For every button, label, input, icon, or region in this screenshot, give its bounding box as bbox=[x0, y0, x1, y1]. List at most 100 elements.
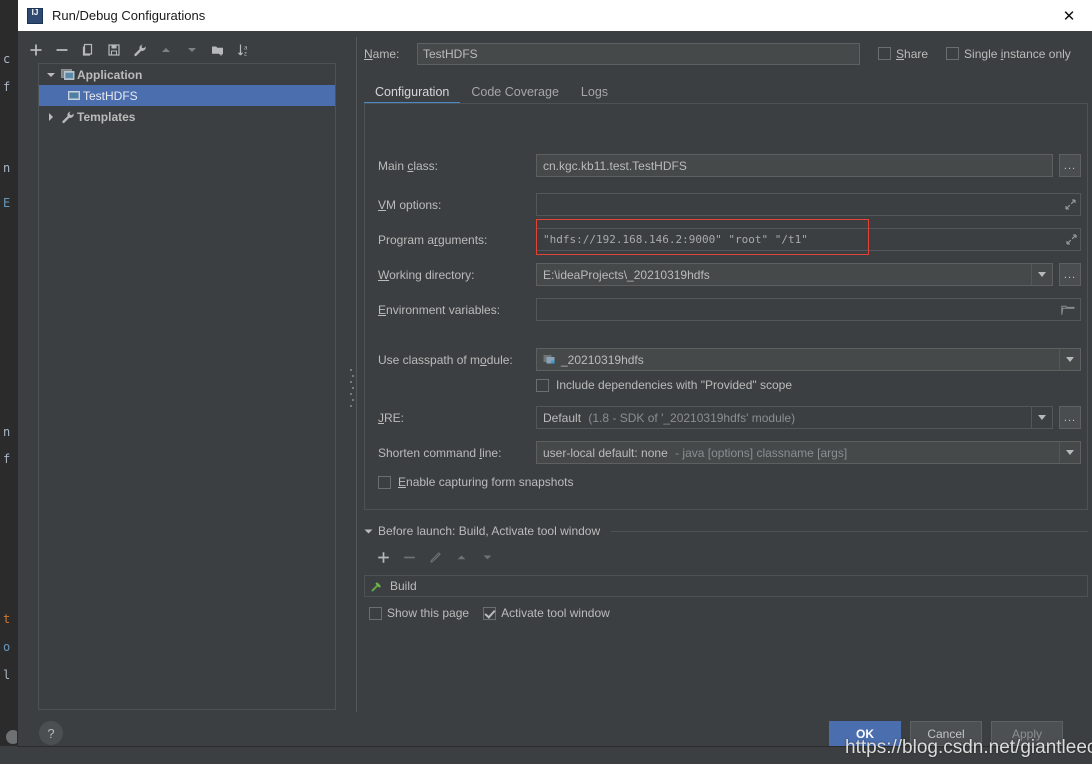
working-directory-input[interactable]: E:\ideaProjects\_20210319hdfs bbox=[536, 263, 1053, 286]
working-directory-label: Working directory: bbox=[378, 267, 475, 282]
single-instance-checkbox[interactable]: Single instance only bbox=[946, 47, 1071, 61]
dialog-title: Run/Debug Configurations bbox=[52, 8, 206, 23]
share-checkbox-box[interactable] bbox=[878, 47, 891, 60]
editor-text-fragment: t bbox=[3, 612, 11, 626]
name-row: Name: Share Single instance only bbox=[364, 42, 1088, 65]
jre-dropdown[interactable]: Default (1.8 - SDK of '_20210319hdfs' mo… bbox=[536, 406, 1053, 429]
chevron-right-icon[interactable] bbox=[43, 112, 59, 122]
panel-splitter[interactable] bbox=[347, 37, 358, 712]
include-provided-checkbox-box[interactable] bbox=[536, 378, 549, 392]
move-down-button[interactable] bbox=[179, 38, 205, 62]
jre-value-primary: Default bbox=[543, 410, 582, 425]
sort-alpha-icon[interactable]: a z bbox=[231, 38, 257, 62]
configuration-editor-panel: Name: Share Single instance only Configu… bbox=[358, 37, 1088, 712]
activate-tool-window-checkbox[interactable]: Activate tool window bbox=[483, 606, 610, 620]
before-launch-add-button[interactable] bbox=[370, 545, 396, 569]
shorten-command-line-detail: - java [options] classname [args] bbox=[675, 445, 848, 460]
chevron-down-icon[interactable] bbox=[43, 70, 59, 80]
vm-options-input[interactable] bbox=[536, 193, 1081, 216]
before-launch-move-down-button[interactable] bbox=[474, 545, 500, 569]
remove-configuration-button[interactable] bbox=[49, 38, 75, 62]
show-this-page-checkbox[interactable]: Show this page bbox=[369, 606, 469, 620]
chevron-down-icon[interactable] bbox=[1031, 264, 1052, 285]
editor-text-fragment: l bbox=[3, 668, 11, 682]
tab-configuration[interactable]: Configuration bbox=[364, 85, 461, 104]
chevron-down-icon[interactable] bbox=[1059, 349, 1080, 370]
shorten-command-line-dropdown[interactable]: user-local default: none - java [options… bbox=[536, 441, 1081, 464]
wrench-icon[interactable] bbox=[127, 38, 153, 62]
environment-variables-input[interactable] bbox=[536, 298, 1081, 321]
copy-configuration-button[interactable] bbox=[75, 38, 101, 62]
before-launch-remove-button[interactable] bbox=[396, 545, 422, 569]
tree-node-application[interactable]: Application bbox=[39, 64, 335, 85]
add-configuration-button[interactable] bbox=[23, 38, 49, 62]
chevron-down-icon[interactable] bbox=[364, 527, 373, 536]
share-checkbox[interactable]: Share bbox=[878, 47, 928, 61]
editor-text-fragment: n bbox=[3, 161, 11, 175]
program-arguments-label: Program arguments: bbox=[378, 232, 488, 247]
before-launch-title: Before launch: Build, Activate tool wind… bbox=[378, 524, 601, 538]
svg-text:a: a bbox=[244, 45, 248, 51]
tree-node-label: TestHDFS bbox=[83, 88, 138, 103]
save-configuration-button[interactable] bbox=[101, 38, 127, 62]
close-icon[interactable]: ✕ bbox=[1046, 0, 1092, 31]
editor-text-fragment: f bbox=[3, 452, 11, 466]
tree-node-label: Templates bbox=[77, 109, 136, 124]
name-input[interactable] bbox=[417, 42, 860, 65]
splitter-line bbox=[356, 37, 357, 712]
before-launch-move-up-button[interactable] bbox=[448, 545, 474, 569]
shorten-command-line-value: user-local default: none bbox=[543, 445, 668, 460]
jre-label: JRE: bbox=[378, 410, 405, 425]
editor-text-fragment: E bbox=[3, 196, 11, 210]
include-provided-checkbox-label: Include dependencies with "Provided" sco… bbox=[556, 378, 793, 392]
include-provided-checkbox[interactable]: Include dependencies with "Provided" sco… bbox=[536, 378, 792, 392]
tree-node-testhdfs[interactable]: TestHDFS bbox=[39, 85, 335, 106]
help-button[interactable]: ? bbox=[39, 721, 63, 745]
editor-text-fragment: n bbox=[3, 425, 11, 439]
configurations-tree[interactable]: Application TestHDFS Templates bbox=[38, 63, 336, 710]
environment-variables-row: Environment variables: bbox=[378, 298, 1081, 321]
expand-icon[interactable] bbox=[1063, 229, 1079, 250]
jre-browse-button[interactable]: ... bbox=[1059, 406, 1081, 429]
working-directory-browse-button[interactable]: ... bbox=[1059, 263, 1081, 286]
show-this-page-checkbox-label: Show this page bbox=[387, 606, 470, 620]
folder-icon[interactable] bbox=[1059, 304, 1077, 316]
classpath-module-label: Use classpath of module: bbox=[378, 352, 513, 367]
program-arguments-input[interactable]: "hdfs://192.168.146.2:9000" "root" "/t1" bbox=[536, 228, 1081, 251]
tree-node-templates[interactable]: Templates bbox=[39, 106, 335, 127]
configuration-tab-panel: Main class: cn.kgc.kb11.test.TestHDFS ..… bbox=[364, 104, 1088, 510]
activate-tool-window-checkbox-box[interactable] bbox=[483, 606, 497, 620]
splitter-grip[interactable] bbox=[350, 369, 354, 411]
single-instance-checkbox-box[interactable] bbox=[946, 47, 960, 60]
environment-variables-label: Environment variables: bbox=[378, 302, 501, 317]
classpath-module-value: _20210319hdfs bbox=[561, 352, 644, 367]
jre-value-detail: (1.8 - SDK of '_20210319hdfs' module) bbox=[588, 410, 796, 425]
enable-snapshots-checkbox-box[interactable] bbox=[378, 475, 391, 489]
tab-logs[interactable]: Logs bbox=[570, 85, 619, 103]
program-arguments-row: Program arguments: "hdfs://192.168.146.2… bbox=[378, 228, 1081, 251]
classpath-module-dropdown[interactable]: _20210319hdfs bbox=[536, 348, 1081, 371]
jre-row: JRE: Default (1.8 - SDK of '_20210319hdf… bbox=[378, 406, 1081, 429]
configurations-tree-panel: a z Application TestHDFS Templates bbox=[23, 37, 336, 712]
watermark: https://blog.csdn.net/giantleech bbox=[845, 737, 1092, 758]
before-launch-edit-button[interactable] bbox=[422, 545, 448, 569]
show-this-page-checkbox-box[interactable] bbox=[369, 606, 382, 620]
editor-text-fragment: o bbox=[3, 640, 11, 654]
chevron-down-icon[interactable] bbox=[1059, 442, 1080, 463]
chevron-down-icon[interactable] bbox=[1031, 407, 1052, 428]
before-launch-header[interactable]: Before launch: Build, Activate tool wind… bbox=[364, 524, 1088, 538]
expand-icon[interactable] bbox=[1062, 194, 1078, 215]
build-hammer-icon bbox=[370, 579, 384, 593]
vm-options-row: VM options: bbox=[378, 193, 1081, 216]
before-launch-options: Show this page Activate tool window bbox=[364, 606, 1088, 620]
dialog-title-bar: Run/Debug Configurations ✕ bbox=[18, 0, 1092, 31]
before-launch-task-list[interactable]: Build bbox=[364, 575, 1088, 597]
wrench-icon bbox=[59, 110, 77, 124]
new-folder-button[interactable] bbox=[205, 38, 231, 62]
svg-text:z: z bbox=[244, 52, 247, 57]
main-class-browse-button[interactable]: ... bbox=[1059, 154, 1081, 177]
move-up-button[interactable] bbox=[153, 38, 179, 62]
enable-snapshots-checkbox[interactable]: Enable capturing form snapshots bbox=[378, 475, 573, 489]
main-class-input[interactable]: cn.kgc.kb11.test.TestHDFS bbox=[536, 154, 1053, 177]
tab-code-coverage[interactable]: Code Coverage bbox=[460, 85, 570, 103]
